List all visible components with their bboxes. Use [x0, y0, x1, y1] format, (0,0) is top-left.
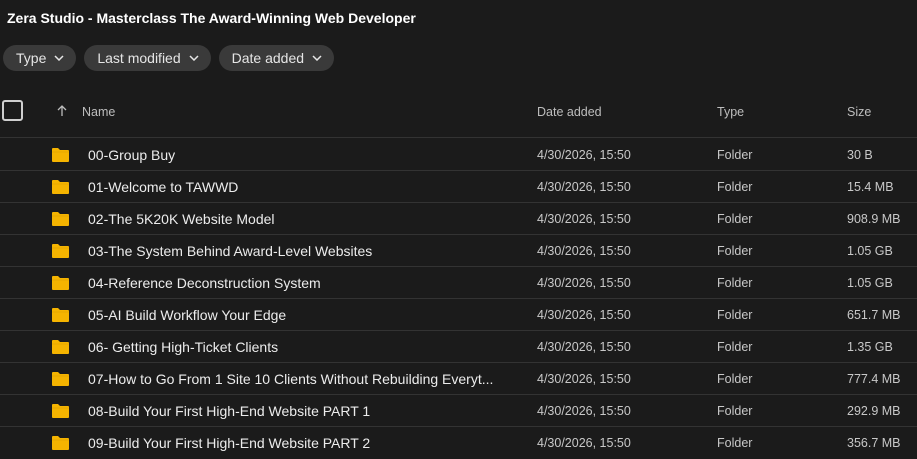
file-size: 356.7 MB — [847, 436, 901, 450]
file-size: 908.9 MB — [847, 212, 901, 226]
date-added: 4/30/2026, 15:50 — [537, 180, 631, 194]
file-type: Folder — [717, 244, 753, 258]
filter-label: Type — [16, 50, 47, 66]
table-row[interactable]: 00-Group Buy 4/30/2026, 15:50 Folder 30 B — [0, 139, 917, 171]
table-header: Name Date added Type Size — [0, 94, 917, 138]
file-size: 777.4 MB — [847, 372, 901, 386]
file-size: 651.7 MB — [847, 308, 901, 322]
date-added: 4/30/2026, 15:50 — [537, 436, 631, 450]
file-size: 15.4 MB — [847, 180, 894, 194]
file-list: 00-Group Buy 4/30/2026, 15:50 Folder 30 B 01… — [0, 139, 917, 459]
file-name: 05-AI Build Workflow Your Edge — [88, 307, 287, 323]
file-type: Folder — [717, 372, 753, 386]
file-type: Folder — [717, 340, 753, 354]
column-header-date-added[interactable]: Date added — [537, 105, 602, 119]
folder-icon — [52, 180, 69, 194]
file-type: Folder — [717, 404, 753, 418]
file-name: 00-Group Buy — [88, 147, 176, 163]
table-row[interactable]: 08-Build Your First High-End Website PAR… — [0, 395, 917, 427]
table-row[interactable]: 06- Getting High-Ticket Clients 4/30/2026… — [0, 331, 917, 363]
table-row[interactable]: 05-AI Build Workflow Your Edge 4/30/2026,… — [0, 299, 917, 331]
column-header-name[interactable]: Name — [82, 105, 115, 119]
folder-icon — [52, 308, 69, 322]
folder-icon — [52, 276, 69, 290]
folder-icon — [52, 372, 69, 386]
file-type: Folder — [717, 212, 753, 226]
table-row[interactable]: 04-Reference Deconstruction System 4/30/2… — [0, 267, 917, 299]
column-header-type[interactable]: Type — [717, 105, 744, 119]
file-name: 01-Welcome to TAWWD — [88, 179, 239, 195]
filter-label: Date added — [231, 50, 305, 66]
page-title: Zera Studio - Masterclass The Award-Winn… — [7, 10, 416, 26]
date-added: 4/30/2026, 15:50 — [537, 404, 631, 418]
folder-icon — [52, 244, 69, 258]
filter-type-button[interactable]: Type — [3, 45, 77, 71]
file-type: Folder — [717, 148, 753, 162]
folder-icon — [52, 148, 69, 162]
date-added: 4/30/2026, 15:50 — [537, 340, 631, 354]
folder-icon — [52, 404, 69, 418]
file-size: 1.05 GB — [847, 276, 893, 290]
filter-last-modified-button[interactable]: Last modified — [84, 45, 211, 71]
table-row[interactable]: 03-The System Behind Award-Level Website… — [0, 235, 917, 267]
filter-date-added-button[interactable]: Date added — [218, 45, 335, 71]
file-name: 07-How to Go From 1 Site 10 Clients With… — [88, 371, 494, 387]
column-header-size[interactable]: Size — [847, 105, 871, 119]
date-added: 4/30/2026, 15:50 — [537, 308, 631, 322]
table-row[interactable]: 07-How to Go From 1 Site 10 Clients With… — [0, 363, 917, 395]
table-row[interactable]: 01-Welcome to TAWWD 4/30/2026, 15:50 Folde… — [0, 171, 917, 203]
chevron-down-icon — [312, 55, 322, 61]
arrow-up-icon[interactable] — [56, 105, 68, 117]
folder-icon — [52, 340, 69, 354]
file-type: Folder — [717, 308, 753, 322]
table-row[interactable]: 09-Build Your First High-End Website PAR… — [0, 427, 917, 459]
folder-icon — [52, 212, 69, 226]
file-type: Folder — [717, 436, 753, 450]
file-type: Folder — [717, 180, 753, 194]
file-name: 04-Reference Deconstruction System — [88, 275, 321, 291]
file-name: 02-The 5K20K Website Model — [88, 211, 275, 227]
chevron-down-icon — [54, 55, 64, 61]
select-all-checkbox[interactable] — [2, 100, 23, 121]
file-name: 03-The System Behind Award-Level Website… — [88, 243, 373, 259]
table-row[interactable]: 02-The 5K20K Website Model 4/30/2026, 15:… — [0, 203, 917, 235]
date-added: 4/30/2026, 15:50 — [537, 372, 631, 386]
date-added: 4/30/2026, 15:50 — [537, 212, 631, 226]
date-added: 4/30/2026, 15:50 — [537, 244, 631, 258]
date-added: 4/30/2026, 15:50 — [537, 148, 631, 162]
date-added: 4/30/2026, 15:50 — [537, 276, 631, 290]
file-size: 30 B — [847, 148, 873, 162]
file-size: 1.35 GB — [847, 340, 893, 354]
folder-icon — [52, 436, 69, 450]
file-size: 1.05 GB — [847, 244, 893, 258]
file-type: Folder — [717, 276, 753, 290]
filter-label: Last modified — [97, 50, 181, 66]
chevron-down-icon — [189, 55, 199, 61]
file-name: 08-Build Your First High-End Website PAR… — [88, 403, 371, 419]
file-size: 292.9 MB — [847, 404, 901, 418]
file-name: 06- Getting High-Ticket Clients — [88, 339, 279, 355]
file-name: 09-Build Your First High-End Website PAR… — [88, 435, 371, 451]
filter-bar: Type Last modified Date added — [3, 45, 335, 71]
